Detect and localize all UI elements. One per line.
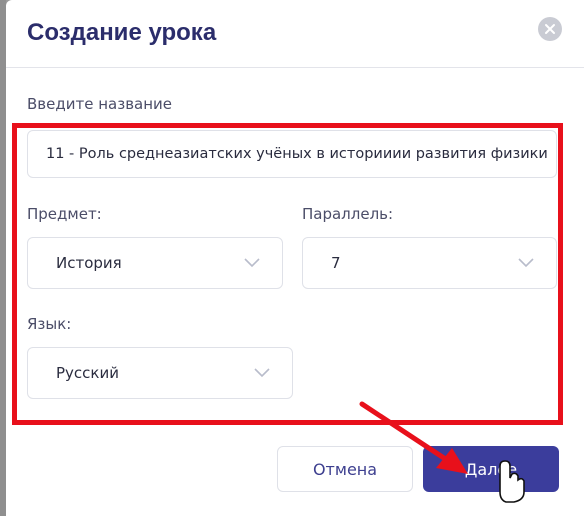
close-button[interactable] (538, 17, 562, 41)
subject-select[interactable]: История (27, 237, 283, 289)
parallel-label: Параллель: (302, 205, 394, 223)
lesson-name-input[interactable]: 11 - Роль среднеазиатских учёных в истор… (27, 130, 557, 178)
subject-value: История (56, 254, 122, 272)
create-lesson-dialog: Создание урока Введите название 11 - Рол… (6, 0, 584, 516)
next-button[interactable]: Далее (423, 446, 559, 492)
language-value: Русский (56, 364, 119, 382)
chevron-down-icon (254, 368, 270, 378)
name-label: Введите название (27, 95, 173, 113)
close-icon (545, 24, 555, 34)
dialog-title: Создание урока (27, 19, 217, 46)
chevron-down-icon (518, 258, 534, 268)
parallel-value: 7 (331, 254, 341, 272)
cancel-button[interactable]: Отмена (277, 446, 413, 492)
language-select[interactable]: Русский (27, 347, 293, 399)
subject-label: Предмет: (27, 205, 102, 223)
parallel-select[interactable]: 7 (302, 237, 557, 289)
lesson-name-value: 11 - Роль среднеазиатских учёных в истор… (46, 146, 548, 162)
language-label: Язык: (27, 315, 72, 333)
dialog-header: Создание урока (6, 0, 584, 68)
chevron-down-icon (244, 258, 260, 268)
